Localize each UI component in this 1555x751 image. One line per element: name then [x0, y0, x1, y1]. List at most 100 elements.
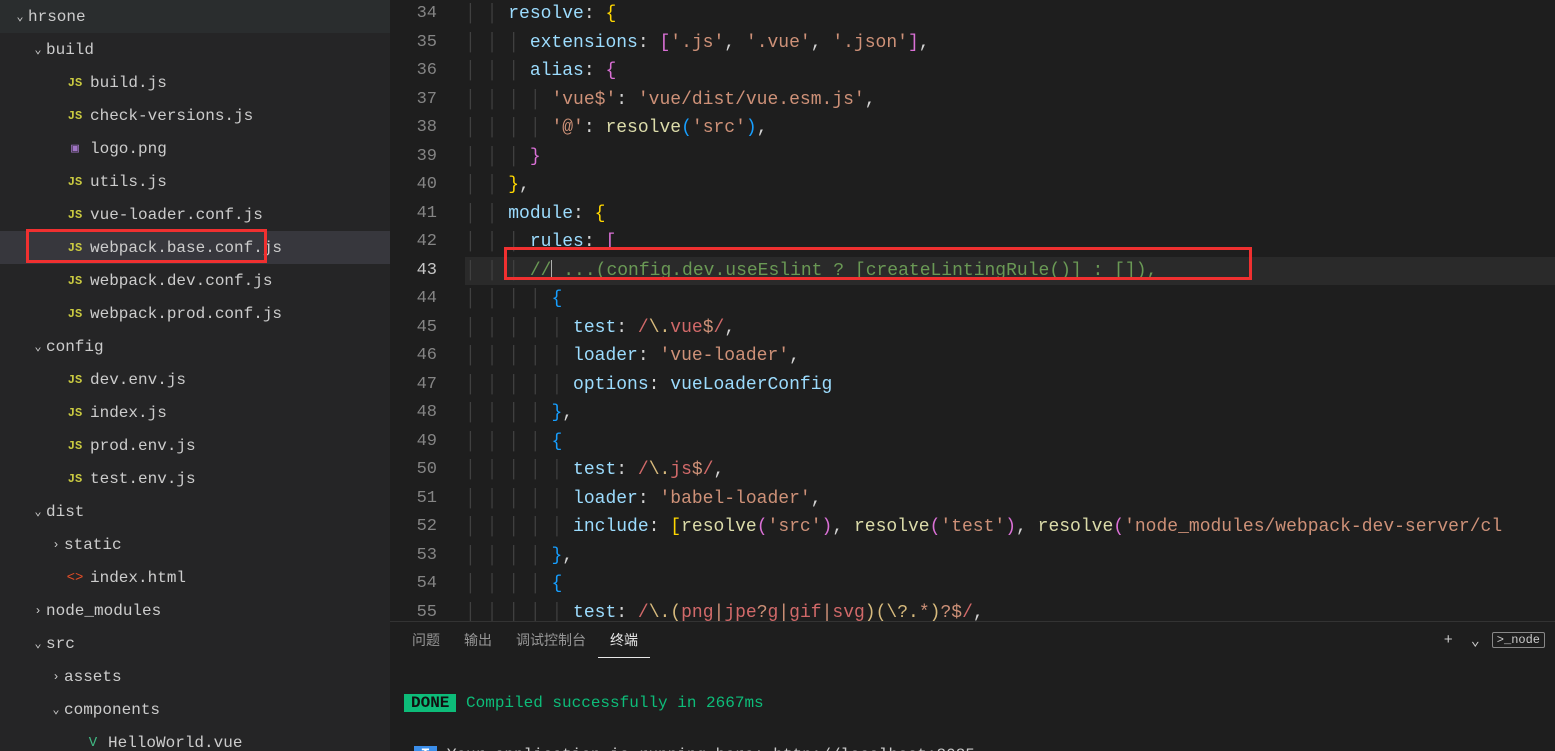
code-line[interactable]: │ │ │ │ 'vue$': 'vue/dist/vue.esm.js', — [465, 86, 1555, 115]
line-number: 55 — [390, 599, 437, 622]
line-number: 43 — [390, 257, 437, 286]
file-item[interactable]: JSprod.env.js — [0, 429, 390, 462]
file-explorer[interactable]: ⌄hrsone⌄buildJSbuild.jsJScheck-versions.… — [0, 0, 390, 751]
code-editor[interactable]: 3435363738394041424344454647484950515253… — [390, 0, 1555, 621]
tree-item-label: node_modules — [46, 602, 161, 620]
code-line[interactable]: │ │ │ │ { — [465, 428, 1555, 457]
tree-item-label: webpack.prod.conf.js — [90, 305, 282, 323]
chevron-right-icon: › — [30, 604, 46, 618]
file-item[interactable]: ▣logo.png — [0, 132, 390, 165]
folder-item[interactable]: ›node_modules — [0, 594, 390, 627]
code-line[interactable]: │ │ │ // ...(config.dev.useEslint ? [cre… — [465, 257, 1555, 286]
folder-item[interactable]: ›assets — [0, 660, 390, 693]
chevron-down-icon: ⌄ — [12, 9, 28, 24]
code-line[interactable]: │ │ │ │ │ loader: 'babel-loader', — [465, 485, 1555, 514]
file-item[interactable]: JS index.js — [0, 396, 390, 429]
folder-item[interactable]: ⌄dist — [0, 495, 390, 528]
code-line[interactable]: │ │ }, — [465, 171, 1555, 200]
tree-item-label: src — [46, 635, 75, 653]
js-icon: JS — [64, 175, 86, 189]
file-item[interactable]: JS check-versions.js — [0, 99, 390, 132]
html-icon: <> — [64, 570, 86, 586]
code-line[interactable]: │ │ │ │ { — [465, 570, 1555, 599]
code-line[interactable]: │ │ module: { — [465, 200, 1555, 229]
file-item[interactable]: JSbuild.js — [0, 66, 390, 99]
chevron-down-icon: ⌄ — [30, 42, 46, 57]
file-item[interactable]: JSdev.env.js — [0, 363, 390, 396]
panel-tabs: 问题输出调试控制台终端 + ⌄ >_ node — [390, 622, 1555, 658]
folder-item[interactable]: ⌄src — [0, 627, 390, 660]
code-line[interactable]: │ │ │ } — [465, 143, 1555, 172]
code-line[interactable]: │ │ │ │ │ test: /\.vue$/, — [465, 314, 1555, 343]
image-icon: ▣ — [64, 141, 86, 156]
panel-tab[interactable]: 问题 — [400, 622, 452, 658]
js-icon: JS — [64, 109, 86, 123]
file-item[interactable]: VHelloWorld.vue — [0, 726, 390, 751]
folder-item[interactable]: ⌄build — [0, 33, 390, 66]
folder-item[interactable]: ›static — [0, 528, 390, 561]
tree-item-label: build — [46, 41, 94, 59]
terminal-output[interactable]: DONE Compiled successfully in 2667ms I Y… — [390, 658, 1555, 751]
js-icon: JS — [64, 241, 86, 255]
panel[interactable]: 问题输出调试控制台终端 + ⌄ >_ node DONE Compiled su… — [390, 621, 1555, 751]
tree-item-label: vue-loader.conf.js — [90, 206, 263, 224]
code-line[interactable]: │ │ │ │ '@': resolve('src'), — [465, 114, 1555, 143]
code-line[interactable]: │ │ │ │ }, — [465, 399, 1555, 428]
code-line[interactable]: │ │ resolve: { — [465, 0, 1555, 29]
code-line[interactable]: │ │ │ rules: [ — [465, 228, 1555, 257]
line-number: 35 — [390, 29, 437, 58]
new-terminal-button[interactable]: + — [1438, 630, 1459, 651]
line-number: 53 — [390, 542, 437, 571]
file-item[interactable]: JS utils.js — [0, 165, 390, 198]
code-line[interactable]: │ │ │ │ { — [465, 285, 1555, 314]
js-icon: JS — [64, 406, 86, 420]
tree-item-label: check-versions.js — [90, 107, 253, 125]
tree-item-label: config — [46, 338, 104, 356]
folder-item[interactable]: ⌄components — [0, 693, 390, 726]
folder-item[interactable]: ⌄config — [0, 330, 390, 363]
line-number: 40 — [390, 171, 437, 200]
code-line[interactable]: │ │ │ │ │ test: /\.js$/, — [465, 456, 1555, 485]
info-badge: I — [414, 746, 438, 751]
code-line[interactable]: │ │ │ │ │ test: /\.(png|jpe?g|gif|svg)(\… — [465, 599, 1555, 622]
file-item[interactable]: JS webpack.base.conf.js — [0, 231, 390, 264]
terminal-profile-label: node — [1511, 633, 1540, 647]
panel-tab[interactable]: 输出 — [452, 622, 504, 658]
file-item[interactable]: JS test.env.js — [0, 462, 390, 495]
line-number: 46 — [390, 342, 437, 371]
line-number: 54 — [390, 570, 437, 599]
code-line[interactable]: │ │ │ │ │ include: [resolve('src'), reso… — [465, 513, 1555, 542]
info-msg: Your application is running here: http:/… — [437, 746, 975, 751]
code-content[interactable]: │ │ resolve: {│ │ │ extensions: ['.js', … — [465, 0, 1555, 621]
tree-item-label: webpack.base.conf.js — [90, 239, 282, 257]
code-line[interactable]: │ │ │ extensions: ['.js', '.vue', '.json… — [465, 29, 1555, 58]
file-item[interactable]: JSwebpack.prod.conf.js — [0, 297, 390, 330]
terminal-profile-button[interactable]: >_ node — [1492, 632, 1545, 648]
tree-item-label: components — [64, 701, 160, 719]
line-number: 49 — [390, 428, 437, 457]
tree-item-label: build.js — [90, 74, 167, 92]
terminal-dropdown-icon[interactable]: ⌄ — [1465, 629, 1486, 652]
js-icon: JS — [64, 208, 86, 222]
code-line[interactable]: │ │ │ alias: { — [465, 57, 1555, 86]
editor-area: 3435363738394041424344454647484950515253… — [390, 0, 1555, 751]
tree-item-label: static — [64, 536, 122, 554]
file-item[interactable]: JSwebpack.dev.conf.js — [0, 264, 390, 297]
folder-item[interactable]: ⌄hrsone — [0, 0, 390, 33]
file-item[interactable]: JS vue-loader.conf.js — [0, 198, 390, 231]
tree-item-label: utils.js — [90, 173, 167, 191]
line-number: 48 — [390, 399, 437, 428]
code-line[interactable]: │ │ │ │ │ options: vueLoaderConfig — [465, 371, 1555, 400]
panel-tab[interactable]: 调试控制台 — [504, 622, 598, 658]
tree-item-label: test.env.js — [90, 470, 196, 488]
code-line[interactable]: │ │ │ │ │ loader: 'vue-loader', — [465, 342, 1555, 371]
line-number: 39 — [390, 143, 437, 172]
tree-item-label: index.js — [90, 404, 167, 422]
tree-item-label: dev.env.js — [90, 371, 186, 389]
panel-tab[interactable]: 终端 — [598, 622, 650, 658]
compile-msg: Compiled successfully in 2667ms — [456, 694, 763, 712]
line-number: 47 — [390, 371, 437, 400]
js-icon: JS — [64, 472, 86, 486]
code-line[interactable]: │ │ │ │ }, — [465, 542, 1555, 571]
file-item[interactable]: <>index.html — [0, 561, 390, 594]
